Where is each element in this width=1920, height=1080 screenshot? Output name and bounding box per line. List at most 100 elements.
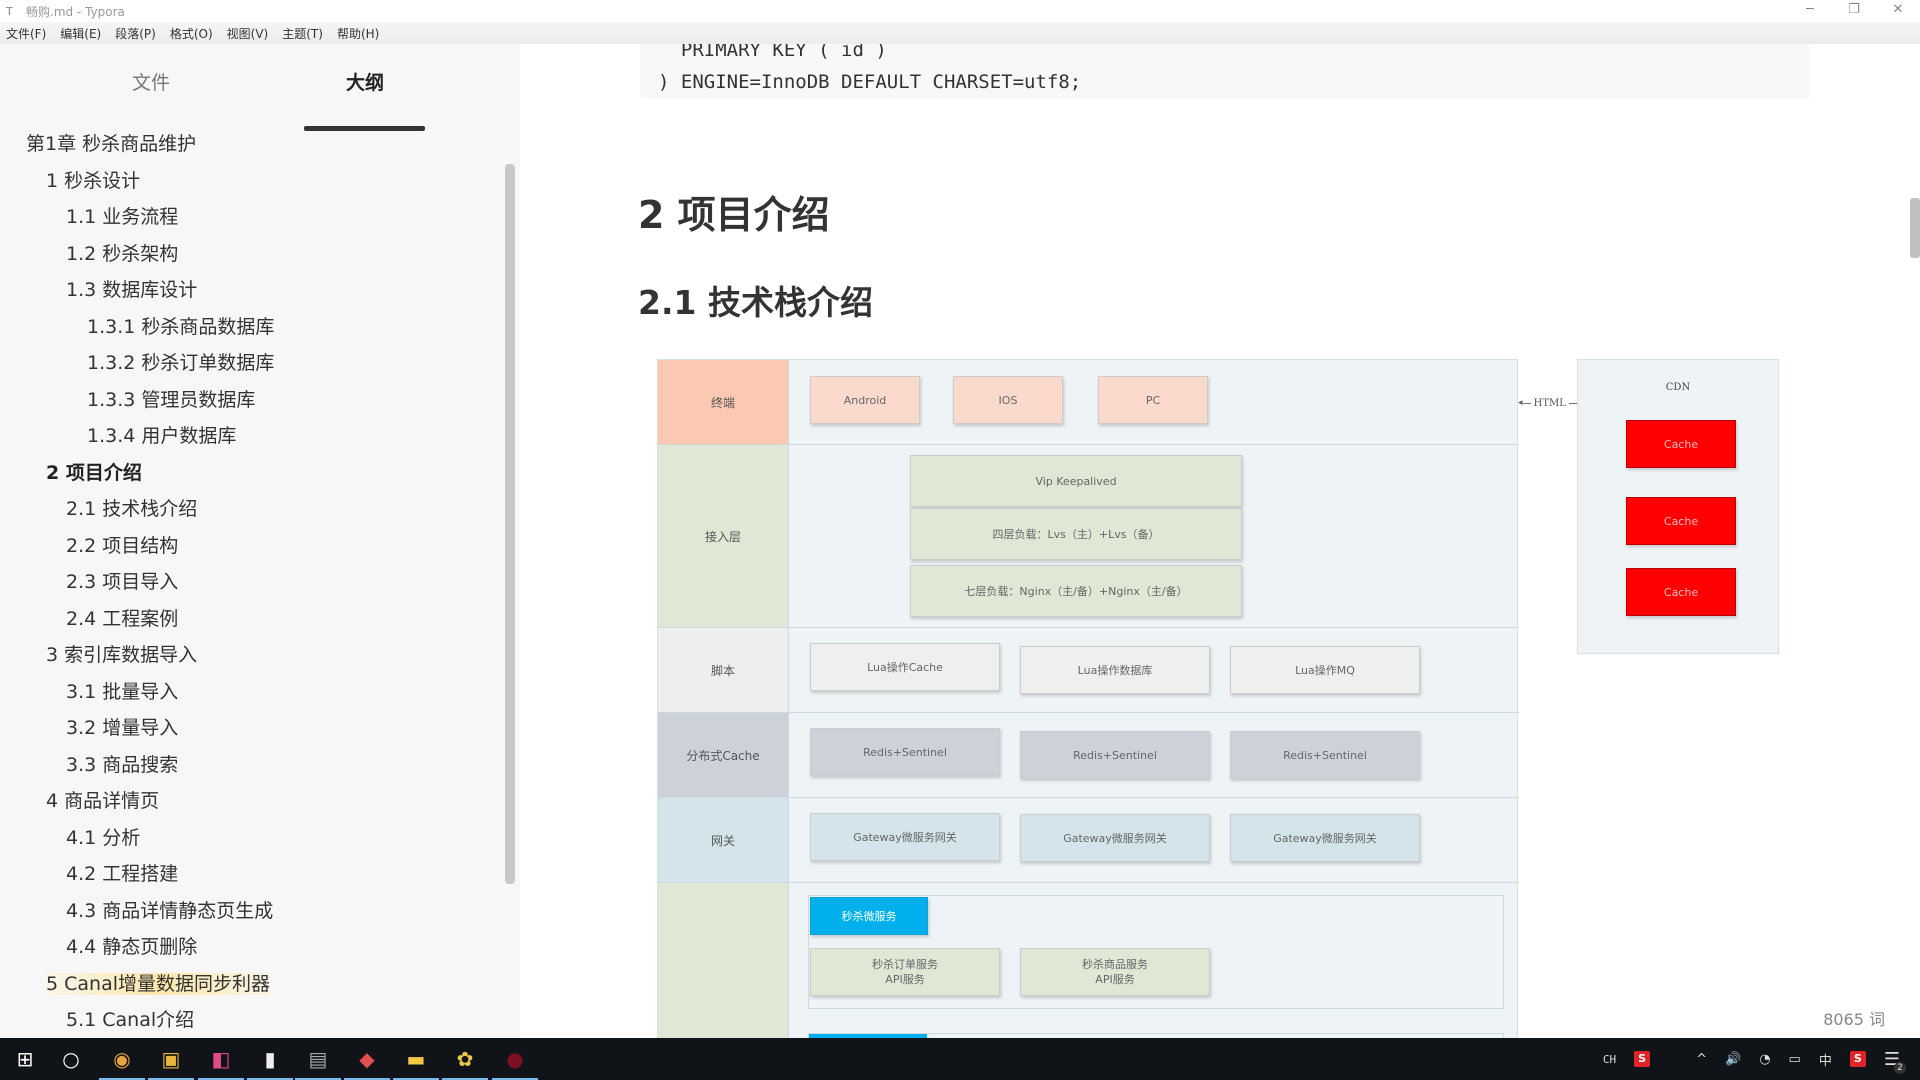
code-block[interactable]: PRIMARY KEY ( id ) ) ENGINE=InnoDB DEFAU… (640, 44, 1810, 98)
outline-item[interactable]: 1.3.4 用户数据库 (0, 418, 500, 455)
volume-icon[interactable]: 🔊 (1725, 1052, 1741, 1067)
outline-item-label: 3.3 商品搜索 (66, 753, 179, 776)
outline-item[interactable]: 1.3.1 秒杀商品数据库 (0, 309, 500, 346)
outline-item[interactable]: 2 项目介绍 (0, 455, 500, 492)
component-box: IOS (953, 376, 1063, 424)
outline-item[interactable]: 4.1 分析 (0, 820, 500, 857)
layer-label: 终端 (658, 360, 789, 444)
taskbar: ⊞ ○ ◉ ▣ ◧ ▮ ▤ ◆ ▬ ✿ ● CH S ^ 🔊 ◔ ▭ 中 S ☰… (0, 1038, 1920, 1080)
component-box: Gateway微服务网关 (810, 813, 1000, 861)
network-icon[interactable]: ◔ (1759, 1052, 1770, 1067)
terminal-icon[interactable]: ▤ (295, 1044, 341, 1080)
outline-item[interactable]: 1.1 业务流程 (0, 199, 500, 236)
sogou-tray-icon[interactable]: S (1849, 1051, 1866, 1067)
editor-scrollbar[interactable] (1910, 198, 1920, 258)
typora-app-icon[interactable]: ▮ (247, 1044, 293, 1080)
outline-item[interactable]: 5.1 Canal介绍 (0, 1002, 500, 1039)
outline-item[interactable]: 3.1 批量导入 (0, 674, 500, 711)
outline-item[interactable]: 2.1 技术栈介绍 (0, 491, 500, 528)
git-icon[interactable]: ◆ (344, 1044, 390, 1080)
outline-item-label: 4.3 商品详情静态页生成 (66, 899, 274, 922)
sogou-ime-icon[interactable]: S (1634, 1051, 1651, 1067)
toolbox-icon[interactable]: ▣ (148, 1044, 194, 1080)
arrow-label: HTML (1533, 397, 1566, 409)
windows-start-icon[interactable]: ⊞ (10, 1044, 40, 1074)
tab-outline[interactable]: 大纲 (304, 68, 426, 95)
outline-item[interactable]: 2.2 项目结构 (0, 528, 500, 565)
outline-item-label: 1.3.2 秒杀订单数据库 (87, 352, 275, 374)
restore-button[interactable]: ❐ (1832, 0, 1876, 22)
outline-item[interactable]: 3 索引库数据导入 (0, 637, 500, 674)
layer-label: 分布式Cache (658, 713, 789, 797)
layer-label: 脚本 (658, 628, 789, 712)
component-box: Lua操作数据库 (1020, 646, 1210, 694)
outline-item[interactable]: 5 Canal增量数据同步利器 (0, 966, 500, 1003)
outline-item[interactable]: 3.2 增量导入 (0, 710, 500, 747)
outline-item[interactable]: 1.3 数据库设计 (0, 272, 500, 309)
menu-file[interactable]: 文件(F) (6, 25, 46, 42)
layer-label: 接入层 (658, 445, 789, 627)
menu-view[interactable]: 视图(V) (227, 25, 269, 42)
outline-item[interactable]: 4 商品详情页 (0, 783, 500, 820)
menu-edit[interactable]: 编辑(E) (60, 25, 101, 42)
outline-item-label: 2.2 项目结构 (66, 534, 179, 557)
outline-item-label: 4.1 分析 (66, 826, 141, 849)
devtool-icon[interactable]: ✿ (442, 1044, 488, 1080)
outline-item[interactable]: 3.3 商品搜索 (0, 747, 500, 784)
chrome-icon[interactable]: ◉ (99, 1044, 145, 1080)
outline-item[interactable]: 1.2 秒杀架构 (0, 236, 500, 273)
menu-paragraph[interactable]: 段落(P) (115, 25, 156, 42)
heading-1: 2 项目介绍 (638, 193, 830, 237)
outline-item[interactable]: 4.2 工程搭建 (0, 856, 500, 893)
cdn-cache-box: Cache (1626, 497, 1736, 545)
cdn-panel: CDN Cache Cache Cache (1577, 359, 1779, 654)
heading-2: 2.1 技术栈介绍 (638, 283, 873, 322)
component-box: Gateway微服务网关 (1020, 814, 1210, 862)
word-count[interactable]: 8065 词 (1823, 1006, 1885, 1030)
recorder-icon[interactable]: ● (492, 1044, 538, 1080)
tray-expand-icon[interactable]: ^ (1696, 1052, 1707, 1067)
intellij-icon[interactable]: ◧ (198, 1044, 244, 1080)
component-box: Redis+Sentinel (810, 728, 1000, 776)
outline-item-label: 3.1 批量导入 (66, 680, 179, 703)
ime-mode[interactable]: 中 (1819, 1050, 1832, 1069)
component-box: 秒杀商品服务 API服务 (1020, 948, 1210, 996)
language-indicator[interactable]: CH (1603, 1053, 1616, 1066)
menu-help[interactable]: 帮助(H) (337, 25, 379, 42)
outline-item[interactable]: 2.4 工程案例 (0, 601, 500, 638)
outline-item-label: 2.1 技术栈介绍 (66, 498, 198, 520)
outline-item-label: 1.3.3 管理员数据库 (87, 388, 256, 411)
outline-item-label: 1.2 秒杀架构 (66, 242, 179, 265)
sidebar-scrollbar[interactable] (505, 164, 515, 884)
cdn-cache-box: Cache (1626, 568, 1736, 616)
outline-item[interactable]: 1.3.3 管理员数据库 (0, 382, 500, 419)
component-box: Redis+Sentinel (1020, 731, 1210, 779)
menu-theme[interactable]: 主题(T) (282, 25, 323, 42)
close-button[interactable]: ✕ (1876, 0, 1920, 22)
editor[interactable]: PRIMARY KEY ( id ) ) ENGINE=InnoDB DEFAU… (520, 44, 1920, 1038)
outline-item[interactable]: 1.3.2 秒杀订单数据库 (0, 345, 500, 382)
outline-item[interactable]: 4.3 商品详情静态页生成 (0, 893, 500, 930)
outline-item[interactable]: 2.3 项目导入 (0, 564, 500, 601)
tab-files[interactable]: 文件 (90, 68, 212, 95)
outline-item[interactable]: 1 秒杀设计 (0, 163, 500, 200)
outline-item[interactable]: 第1章 秒杀商品维护 (0, 126, 500, 163)
outline-item-label: 3.2 增量导入 (66, 717, 179, 739)
outline-item-label: 5.1 Canal介绍 (66, 1009, 195, 1031)
action-center-icon[interactable]: ☰ 2 (1884, 1049, 1906, 1074)
component-box: PC (1098, 376, 1208, 424)
minimize-button[interactable]: ─ (1788, 0, 1832, 22)
file-explorer-icon[interactable]: ▬ (393, 1044, 439, 1080)
outline-item-label: 第1章 秒杀商品维护 (26, 133, 197, 155)
diagram-layer-row: 接入层 Vip Keepalived 四层负载：Lvs（主）+Lvs（备） 七层负载：… (658, 445, 1519, 628)
component-box: Gateway微服务网关 (1230, 814, 1420, 862)
architecture-diagram: 终端 Android IOS PC 接入层 Vip Keepalived 四层负载：Lvs（… (657, 359, 1907, 1038)
component-box: 四层负载：Lvs（主）+Lvs（备） (910, 508, 1242, 560)
outline-item-label: 4.2 工程搭建 (66, 863, 179, 885)
cortana-icon[interactable]: ○ (56, 1044, 86, 1074)
outline-item-label: 5 Canal增量数据同步利器 (46, 972, 271, 995)
diagram-main-panel: 终端 Android IOS PC 接入层 Vip Keepalived 四层负载：Lvs（… (657, 359, 1519, 1038)
menu-format[interactable]: 格式(O) (170, 25, 213, 42)
battery-icon[interactable]: ▭ (1789, 1052, 1801, 1067)
outline-item[interactable]: 4.4 静态页删除 (0, 929, 500, 966)
